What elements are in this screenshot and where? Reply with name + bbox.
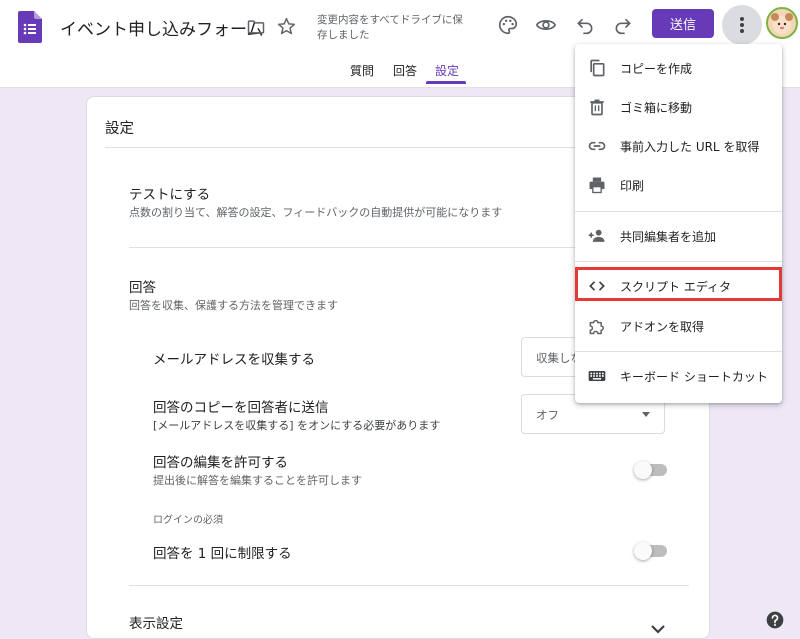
send-copy-value: オフ [536, 408, 559, 422]
menu-item-keyboard-shortcuts[interactable]: キーボード ショートカット [575, 357, 782, 395]
menu-separator [575, 211, 782, 212]
limit-one-toggle[interactable] [634, 542, 667, 560]
help-icon[interactable] [765, 610, 785, 630]
active-tab-indicator [426, 81, 466, 84]
preview-button[interactable] [533, 12, 559, 38]
menu-item-print[interactable]: 印刷 [575, 166, 782, 204]
menu-item-make-copy[interactable]: コピーを作成 [575, 49, 782, 87]
responses-title: 回答 [129, 280, 156, 296]
puzzle-icon [589, 319, 604, 335]
avatar[interactable] [766, 7, 798, 39]
folder-icon[interactable] [246, 17, 266, 37]
responses-desc: 回答を収集、保護する方法を管理できます [129, 299, 338, 312]
quiz-title: テストにする [129, 187, 211, 203]
menu-item-label: 共同編集者を追加 [620, 230, 717, 244]
undo-button[interactable] [572, 12, 598, 38]
undo-icon [577, 18, 593, 35]
menu-item-label: キーボード ショートカット [620, 370, 768, 384]
quiz-desc: 点数の割り当て、解答の設定、フィードバックの自動提供が可能になります [129, 206, 503, 219]
tab-questions[interactable]: 質問 [350, 62, 374, 79]
menu-item-label: アドオンを取得 [620, 320, 705, 334]
menu-separator [575, 261, 782, 262]
person-add-icon [588, 229, 605, 242]
menu-item-label: 印刷 [620, 179, 645, 193]
avatar-face-icon [771, 13, 793, 34]
print-icon [589, 177, 605, 194]
keyboard-icon [588, 371, 606, 381]
star-icon[interactable] [276, 16, 297, 37]
link-icon [588, 141, 606, 151]
more-options-button[interactable] [722, 5, 762, 45]
eye-icon [535, 20, 557, 30]
send-button[interactable]: 送信 [652, 9, 714, 38]
redo-icon [615, 18, 631, 35]
login-required-label: ログインの必須 [153, 515, 223, 526]
divider [129, 585, 689, 586]
more-options-menu: コピーを作成 ゴミ箱に移動 事前入力した URL を取得 印刷 共同編集者を追加 [575, 44, 782, 403]
send-copy-label: 回答のコピーを回答者に送信 [153, 400, 329, 416]
forms-logo-icon[interactable] [18, 11, 42, 43]
tab-settings[interactable]: 設定 [435, 62, 459, 79]
palette-button[interactable] [495, 12, 521, 38]
settings-title: 設定 [105, 121, 134, 137]
redo-button[interactable] [610, 12, 636, 38]
expand-more-icon[interactable] [650, 624, 666, 636]
send-copy-desc: [メールアドレスを収集する] をオンにする必要があります [153, 419, 441, 432]
menu-item-add-collaborators[interactable]: 共同編集者を追加 [575, 217, 782, 255]
script-editor-highlight [575, 267, 782, 301]
chevron-down-icon [642, 412, 650, 417]
limit-one-label: 回答を 1 回に制限する [153, 546, 292, 562]
menu-item-label: ゴミ箱に移動 [620, 101, 693, 115]
menu-item-prefilled-url[interactable]: 事前入力した URL を取得 [575, 127, 782, 165]
form-title[interactable]: イベント申し込みフォーム [60, 15, 264, 40]
allow-edit-desc: 提出後に解答を編集することを許可します [153, 474, 362, 487]
save-status: 変更内容をすべてドライブに保存しました [317, 14, 463, 41]
palette-icon [499, 15, 518, 35]
copy-icon [590, 59, 605, 77]
allow-edit-toggle[interactable] [634, 461, 667, 479]
presentation-title: 表示設定 [129, 616, 183, 632]
tab-responses[interactable]: 回答 [393, 62, 417, 79]
menu-item-move-to-trash[interactable]: ゴミ箱に移動 [575, 88, 782, 126]
allow-edit-label: 回答の編集を許可する [153, 455, 288, 471]
trash-icon [590, 99, 604, 116]
menu-separator [575, 351, 782, 352]
collect-email-label: メールアドレスを収集する [153, 352, 315, 368]
menu-item-label: 事前入力した URL を取得 [620, 140, 760, 154]
menu-item-label: コピーを作成 [620, 62, 693, 76]
menu-item-get-addons[interactable]: アドオンを取得 [575, 307, 782, 345]
more-vert-icon [740, 17, 744, 33]
